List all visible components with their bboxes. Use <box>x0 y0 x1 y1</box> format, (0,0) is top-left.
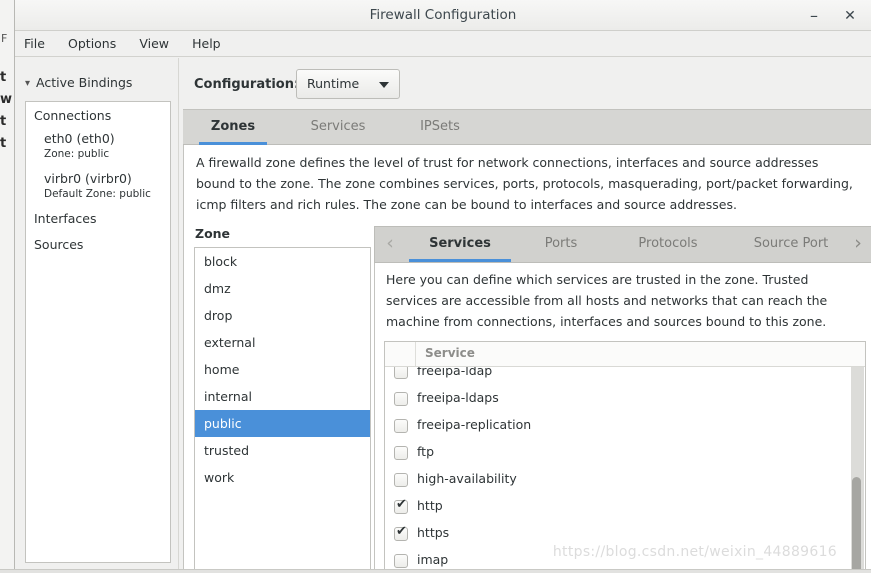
minimize-button[interactable]: – <box>803 5 825 27</box>
service-name: https <box>417 525 450 540</box>
zone-item-home[interactable]: home <box>195 356 370 383</box>
menu-item-file[interactable]: File <box>15 31 54 55</box>
chevron-left-icon[interactable]: ‹ <box>377 227 403 262</box>
screen: F t w t t Firewall Configuration – ✕ Fil… <box>0 0 871 573</box>
background-fragment-menu: F <box>1 32 8 45</box>
bindings-group-sources[interactable]: Sources <box>26 230 170 256</box>
zone-description: A firewalld zone defines the level of tr… <box>196 155 853 212</box>
main-pane: Configuration: Runtime Zones Services IP… <box>183 58 871 573</box>
check-glyph: ✔ <box>396 497 407 512</box>
checkbox-unchecked-icon[interactable] <box>394 367 408 379</box>
title-bar: Firewall Configuration – ✕ <box>15 0 871 31</box>
window-title: Firewall Configuration <box>369 7 517 23</box>
connection-detail: Zone: public <box>44 148 110 160</box>
service-name: ftp <box>417 444 435 459</box>
connection-name: eth0 (eth0) <box>44 131 115 146</box>
tab-ports[interactable]: Ports <box>523 227 599 262</box>
active-bindings-pane: ▾ Active Bindings Connections eth0 (eth0)… <box>15 58 178 573</box>
background-window-strip: F t w t t <box>0 0 15 573</box>
bindings-group-interfaces[interactable]: Interfaces <box>26 202 170 230</box>
background-fragment: t <box>0 70 7 85</box>
services-table-header: Service <box>385 342 865 367</box>
zone-detail-tab-bar: ‹ Services Ports Protocols Source Port › <box>374 226 871 263</box>
bindings-group-connections[interactable]: Connections <box>26 102 170 127</box>
tab-protocols[interactable]: Protocols <box>613 227 723 262</box>
connection-detail: Default Zone: public <box>44 188 151 200</box>
tab-services[interactable]: Services <box>405 227 515 262</box>
zone-item-trusted[interactable]: trusted <box>195 437 370 464</box>
connection-name: virbr0 (virbr0) <box>44 171 132 186</box>
service-name: imap <box>417 552 449 567</box>
services-description: Here you can define which services are t… <box>386 272 828 329</box>
zones-tab-panel: A firewalld zone defines the level of tr… <box>183 145 871 573</box>
zone-item-internal[interactable]: internal <box>195 383 370 410</box>
configuration-select[interactable]: Runtime <box>296 69 400 99</box>
chevron-down-icon <box>379 82 389 88</box>
check-glyph: ✔ <box>396 524 407 539</box>
table-row[interactable]: high-availability <box>385 467 865 494</box>
background-fragment: w <box>0 92 13 107</box>
chevron-right-icon[interactable]: › <box>845 227 871 262</box>
services-row-list[interactable]: freeipa-ldap freeipa-ldaps freeipa-repli <box>385 367 865 573</box>
table-row[interactable]: freeipa-ldap <box>385 367 865 386</box>
table-row[interactable]: ✔ http <box>385 494 865 521</box>
table-row[interactable]: ftp <box>385 440 865 467</box>
zone-item-public[interactable]: public <box>195 410 370 437</box>
zone-column: Zone block dmz drop external home intern… <box>194 226 374 573</box>
checkbox-unchecked-icon[interactable] <box>394 392 408 406</box>
checkbox-checked-icon[interactable]: ✔ <box>394 524 408 541</box>
checkbox-unchecked-icon[interactable] <box>394 554 408 568</box>
service-name: http <box>417 498 443 513</box>
menu-item-view[interactable]: View <box>130 31 178 55</box>
menu-item-help[interactable]: Help <box>183 31 230 55</box>
active-bindings-label: Active Bindings <box>36 75 133 90</box>
service-name: high-availability <box>417 471 517 486</box>
checkbox-unchecked-icon[interactable] <box>394 419 408 433</box>
zone-list[interactable]: block dmz drop external home internal pu… <box>194 247 371 571</box>
checkbox-checked-icon[interactable]: ✔ <box>394 497 408 514</box>
table-row[interactable]: ✔ https <box>385 521 865 548</box>
bindings-list[interactable]: Connections eth0 (eth0) Zone: public vir… <box>25 101 171 563</box>
tab-source-port[interactable]: Source Port <box>733 227 849 262</box>
background-fragment: t <box>0 114 7 129</box>
services-scrollbar-thumb[interactable] <box>852 477 861 573</box>
checkbox-unchecked-icon[interactable] <box>394 473 408 487</box>
connection-item-virbr0[interactable]: virbr0 (virbr0) Default Zone: public <box>26 162 170 202</box>
close-button[interactable]: ✕ <box>839 5 861 27</box>
menu-item-options[interactable]: Options <box>59 31 125 55</box>
zone-item-work[interactable]: work <box>195 464 370 491</box>
tab-ipsets[interactable]: IPSets <box>405 110 475 145</box>
chevron-down-icon: ▾ <box>25 78 31 89</box>
configuration-label: Configuration: <box>194 77 300 92</box>
service-name: freeipa-ldaps <box>417 390 499 405</box>
zone-list-header: Zone <box>195 226 231 241</box>
service-name: freeipa-replication <box>417 417 532 432</box>
zone-detail-notebook: ‹ Services Ports Protocols Source Port ›… <box>374 226 871 573</box>
window-bottom-edge <box>0 569 871 573</box>
active-bindings-expander[interactable]: ▾ Active Bindings <box>25 75 132 90</box>
background-fragment: t <box>0 136 7 151</box>
table-row[interactable]: freeipa-ldaps <box>385 386 865 413</box>
services-header-checkbox-col <box>385 342 416 366</box>
services-table: Service freeipa-ldap freeipa-ldaps freei… <box>384 341 866 573</box>
tab-services[interactable]: Services <box>293 110 383 145</box>
connection-item-eth0[interactable]: eth0 (eth0) Zone: public <box>26 127 170 162</box>
configuration-select-value: Runtime <box>307 76 360 91</box>
services-scrollbar[interactable] <box>851 367 864 573</box>
window-body: ▾ Active Bindings Connections eth0 (eth0)… <box>15 58 871 573</box>
firewall-configuration-window: Firewall Configuration – ✕ File Options … <box>14 0 871 573</box>
services-tab-panel: Here you can define which services are t… <box>374 263 871 573</box>
tab-zones[interactable]: Zones <box>193 110 273 145</box>
zone-item-external[interactable]: external <box>195 329 370 356</box>
table-row[interactable]: freeipa-replication <box>385 413 865 440</box>
checkbox-unchecked-icon[interactable] <box>394 446 408 460</box>
services-header-service: Service <box>425 346 475 360</box>
service-name: freeipa-ldap <box>417 367 493 378</box>
zone-item-dmz[interactable]: dmz <box>195 275 370 302</box>
zone-item-drop[interactable]: drop <box>195 302 370 329</box>
configuration-row: Configuration: Runtime <box>183 66 871 104</box>
main-tab-bar: Zones Services IPSets <box>183 109 871 145</box>
zone-item-block[interactable]: block <box>195 248 370 275</box>
menu-bar: File Options View Help <box>15 31 871 57</box>
